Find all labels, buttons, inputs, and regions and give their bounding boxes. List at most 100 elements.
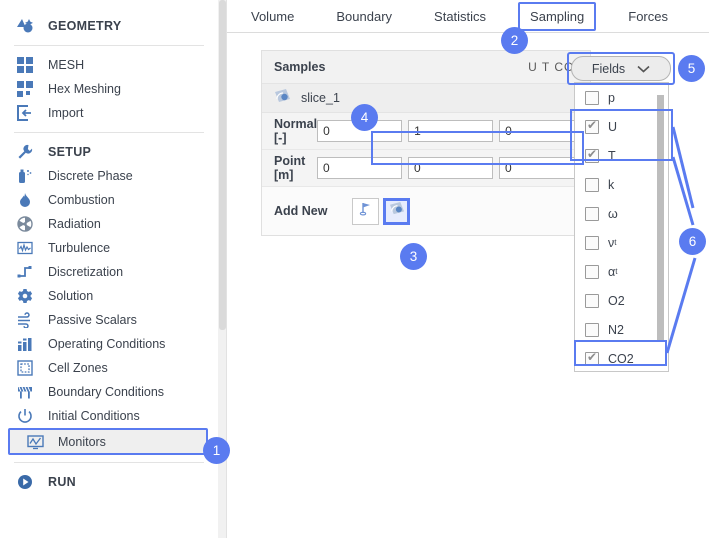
- import-icon: [14, 103, 36, 123]
- field-label: k: [608, 177, 615, 192]
- sidebar-item-combustion[interactable]: Combustion: [0, 188, 218, 212]
- sidebar-item-label: Passive Scalars: [48, 313, 137, 327]
- sidebar-item-setup[interactable]: SETUP: [0, 140, 218, 164]
- add-probe-point-button[interactable]: [352, 197, 379, 225]
- checkbox-n2[interactable]: [585, 322, 599, 337]
- sidebar-item-mesh[interactable]: MESH: [0, 53, 218, 77]
- bar-chart-icon: [14, 334, 36, 354]
- power-icon: [14, 406, 36, 426]
- sidebar-scrollbar-thumb[interactable]: [219, 0, 226, 330]
- sidebar-item-import[interactable]: Import: [0, 101, 218, 125]
- tab-statistics[interactable]: Statistics: [424, 4, 496, 29]
- monitors-icon: [24, 432, 46, 452]
- sidebar: GEOMETRY MESH Hex Meshing Import SETUP D…: [0, 0, 218, 538]
- sidebar-divider-1: [14, 45, 204, 46]
- sample-item-slice-1[interactable]: slice_1: [262, 84, 590, 113]
- wind-icon: [14, 310, 36, 330]
- sidebar-item-label: Discretization: [48, 265, 124, 279]
- field-option-nut[interactable]: νt: [575, 228, 668, 257]
- sidebar-item-label: Solution: [48, 289, 94, 303]
- sidebar-item-label: SETUP: [48, 145, 92, 159]
- sidebar-item-solution[interactable]: Solution: [0, 284, 218, 308]
- sidebar-item-operating-conditions[interactable]: Operating Conditions: [0, 332, 218, 356]
- mesh-icon: [14, 55, 36, 75]
- point-label: Point [m]: [274, 154, 306, 182]
- sidebar-item-label: Boundary Conditions: [48, 385, 165, 399]
- sidebar-item-label: Radiation: [48, 217, 101, 231]
- discretization-icon: [14, 262, 36, 282]
- sidebar-item-label: GEOMETRY: [48, 19, 122, 33]
- sidebar-item-run[interactable]: RUN: [0, 470, 218, 494]
- callout-badge-1: 1: [203, 437, 230, 464]
- wrench-icon: [14, 142, 36, 162]
- checkbox-alphat[interactable]: [585, 264, 599, 279]
- sidebar-item-label: Monitors: [58, 434, 106, 449]
- sidebar-item-label: Hex Meshing: [48, 82, 121, 96]
- add-new-label: Add New: [274, 204, 328, 218]
- tab-forces[interactable]: Forces: [618, 4, 678, 29]
- hex-meshing-icon: [14, 79, 36, 99]
- normal-inputs-highlight: [371, 131, 584, 165]
- geometry-icon: [14, 16, 36, 36]
- sidebar-item-passive-scalars[interactable]: Passive Scalars: [0, 308, 218, 332]
- cell-zones-icon: [14, 358, 36, 378]
- field-label-subscript: t: [615, 267, 618, 276]
- tab-sampling[interactable]: Sampling: [518, 1, 597, 31]
- checkbox-k[interactable]: [585, 177, 599, 192]
- sidebar-item-turbulence[interactable]: Turbulence: [0, 236, 218, 260]
- field-option-alphat[interactable]: αt: [575, 257, 668, 286]
- samples-header: Samples U T CO2: [262, 51, 590, 84]
- gear-icon: [14, 286, 36, 306]
- sidebar-item-label: Operating Conditions: [48, 337, 166, 351]
- sidebar-item-label: Discrete Phase: [48, 169, 133, 183]
- slice-name-label: slice_1: [301, 91, 340, 105]
- field-label-subscript: t: [614, 238, 617, 247]
- callout-badge-2: 2: [501, 27, 528, 54]
- sidebar-item-label: Initial Conditions: [48, 409, 140, 423]
- tab-volume[interactable]: Volume: [241, 4, 304, 29]
- checkbox-omega[interactable]: [585, 206, 599, 221]
- play-icon: [14, 472, 36, 492]
- field-option-k[interactable]: k: [575, 170, 668, 199]
- probe-point-icon: [358, 201, 373, 221]
- sidebar-item-boundary-conditions[interactable]: Boundary Conditions: [0, 380, 218, 404]
- samples-title: Samples: [274, 60, 326, 74]
- sidebar-item-label: Cell Zones: [48, 361, 108, 375]
- tab-boundary[interactable]: Boundary: [326, 4, 402, 29]
- sidebar-item-cell-zones[interactable]: Cell Zones: [0, 356, 218, 380]
- sidebar-item-initial-conditions[interactable]: Initial Conditions: [0, 404, 218, 428]
- sidebar-item-discrete-phase[interactable]: Discrete Phase: [0, 164, 218, 188]
- field-label: ω: [608, 206, 618, 221]
- checkbox-nut[interactable]: [585, 235, 599, 250]
- checkbox-p[interactable]: [585, 90, 599, 105]
- sidebar-item-label: Turbulence: [48, 241, 111, 255]
- sidebar-item-monitors[interactable]: Monitors: [8, 428, 208, 455]
- field-label: p: [608, 90, 615, 105]
- turbulence-icon: [14, 238, 36, 258]
- slice-plane-icon: [274, 88, 291, 109]
- spray-icon: [14, 166, 36, 186]
- sidebar-item-discretization[interactable]: Discretization: [0, 260, 218, 284]
- callout-badge-5: 5: [678, 55, 705, 82]
- field-label: O2: [608, 293, 625, 308]
- add-slice-plane-button[interactable]: [383, 197, 410, 225]
- fields-co2-highlight: [574, 340, 667, 366]
- boundary-icon: [14, 382, 36, 402]
- add-new-row: Add New: [262, 187, 590, 235]
- slice-plane-icon: [389, 201, 405, 221]
- sidebar-item-geometry[interactable]: GEOMETRY: [0, 14, 218, 38]
- field-option-o2[interactable]: O2: [575, 286, 668, 315]
- sidebar-item-hex-meshing[interactable]: Hex Meshing: [0, 77, 218, 101]
- callout-badge-3: 3: [400, 243, 427, 270]
- field-label: N2: [608, 322, 624, 337]
- flame-icon: [14, 190, 36, 210]
- field-option-omega[interactable]: ω: [575, 199, 668, 228]
- tab-bar: Volume Boundary Statistics Sampling Forc…: [227, 0, 709, 33]
- checkbox-o2[interactable]: [585, 293, 599, 308]
- sidebar-item-radiation[interactable]: Radiation: [0, 212, 218, 236]
- field-option-p[interactable]: p: [575, 83, 668, 112]
- sidebar-item-label: Import: [48, 106, 84, 120]
- callout-badge-6: 6: [679, 228, 706, 255]
- radiation-icon: [14, 214, 36, 234]
- sidebar-item-label: Combustion: [48, 193, 115, 207]
